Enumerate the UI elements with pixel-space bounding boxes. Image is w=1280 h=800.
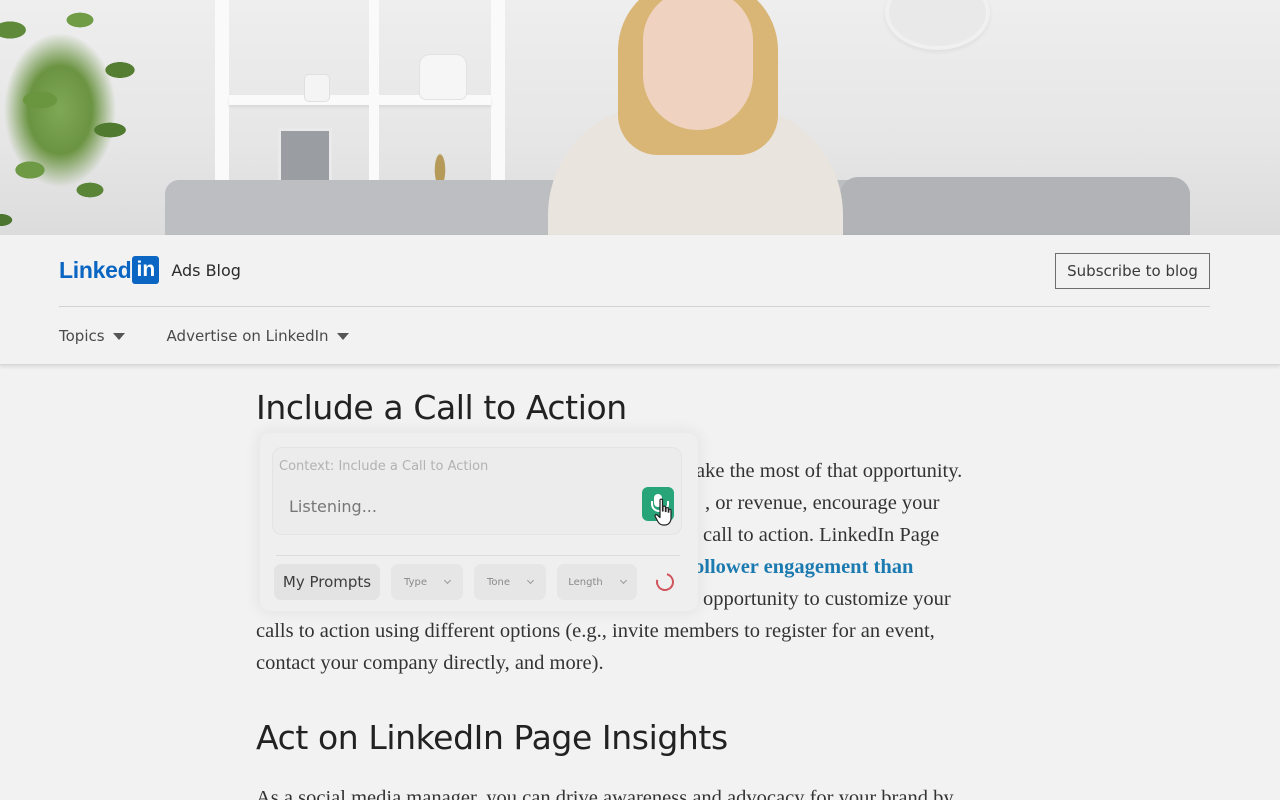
hero-image xyxy=(0,0,1280,235)
chevron-down-icon xyxy=(619,576,627,585)
presenter-person xyxy=(548,0,843,235)
blog-name: Ads Blog xyxy=(171,260,241,280)
linkedin-in-icon: in xyxy=(132,256,160,284)
prompt-input-area[interactable]: Context: Include a Call to Action Listen… xyxy=(272,447,682,535)
subscribe-button[interactable]: Subscribe to blog xyxy=(1055,253,1210,289)
wall-clock xyxy=(885,0,990,50)
length-select[interactable]: Length xyxy=(557,564,637,600)
caret-down-icon xyxy=(336,332,349,340)
nav-topics[interactable]: Topics xyxy=(59,327,125,345)
my-prompts-button[interactable]: My Prompts xyxy=(274,564,380,600)
ai-prompt-widget: Context: Include a Call to Action Listen… xyxy=(260,433,698,611)
tone-select[interactable]: Tone xyxy=(474,564,546,600)
section-heading: Act on LinkedIn Page Insights xyxy=(256,718,728,757)
refresh-icon[interactable] xyxy=(652,569,678,595)
top-nav: Topics Advertise on LinkedIn xyxy=(59,327,349,345)
prompt-options-row: My Prompts Type Tone Length xyxy=(274,564,678,600)
hand-cursor-icon xyxy=(654,498,672,526)
header-divider xyxy=(59,306,1210,307)
type-select[interactable]: Type xyxy=(391,564,463,600)
nav-advertise[interactable]: Advertise on LinkedIn xyxy=(167,327,349,345)
chevron-down-icon xyxy=(443,576,452,585)
site-header: Linked in Ads Blog Subscribe to blog Top… xyxy=(0,235,1280,365)
prompt-input[interactable]: Listening... xyxy=(289,497,377,516)
article-paragraph: As a social media manager, you can drive… xyxy=(256,787,954,800)
chevron-down-icon xyxy=(526,576,535,585)
section-heading: Include a Call to Action xyxy=(256,388,627,427)
context-label: Context: Include a Call to Action xyxy=(279,459,489,474)
linkedin-logo[interactable]: Linked in Ads Blog xyxy=(59,256,241,284)
caret-down-icon xyxy=(112,332,125,340)
